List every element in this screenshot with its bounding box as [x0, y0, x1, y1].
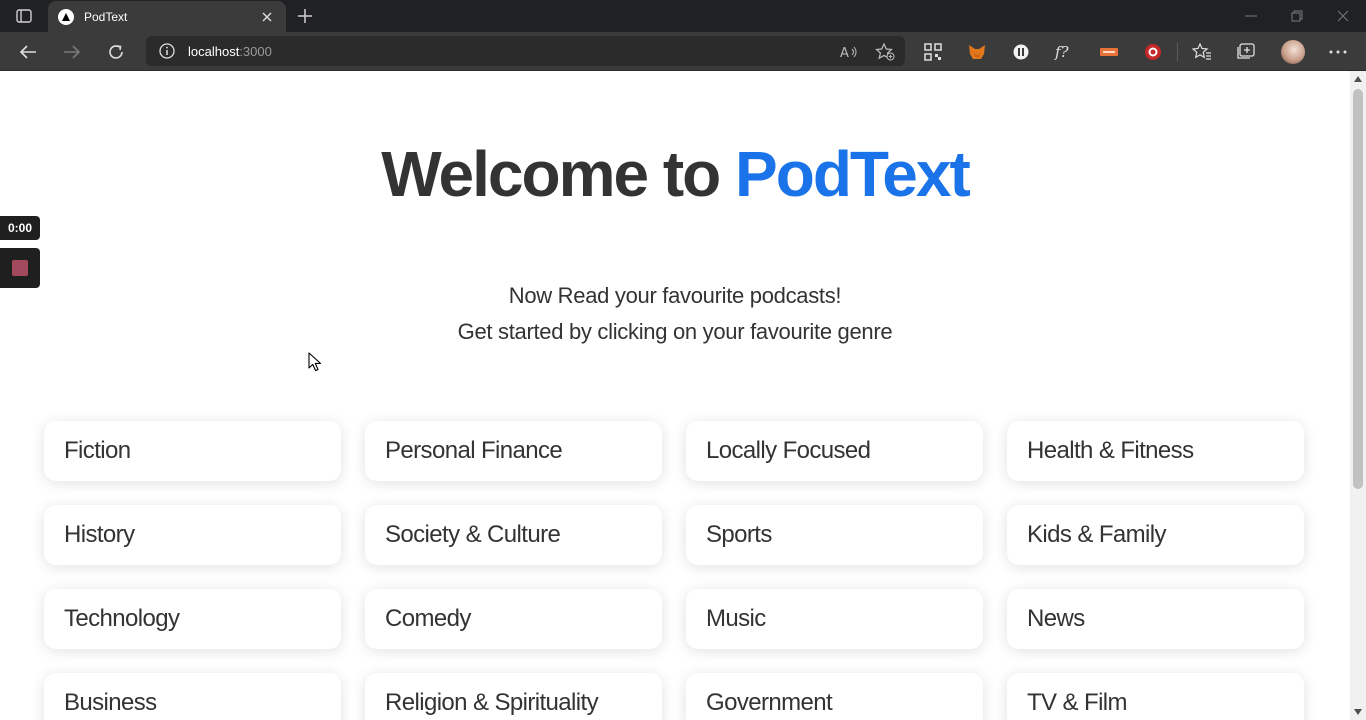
genre-label: Government — [706, 689, 833, 716]
profile-avatar[interactable] — [1281, 40, 1305, 64]
genre-label: Music — [706, 605, 766, 632]
browser-toolbar: localhost:3000 A f? — [0, 32, 1366, 71]
genre-card-locally-focused[interactable]: Locally Focused — [686, 421, 983, 481]
page-title: Welcome to PodText — [0, 137, 1350, 211]
genre-label: Society & Culture — [385, 521, 561, 548]
refresh-icon[interactable] — [104, 40, 128, 64]
back-icon[interactable] — [16, 40, 40, 64]
genre-label: Sports — [706, 521, 772, 548]
close-window-icon[interactable] — [1328, 6, 1358, 26]
stop-recording-button[interactable] — [0, 248, 40, 288]
svg-text:A: A — [840, 46, 849, 60]
genre-label: Religion & Spirituality — [385, 689, 599, 716]
genre-card-society-culture[interactable]: Society & Culture — [365, 505, 662, 565]
genre-label: Kids & Family — [1027, 521, 1167, 548]
genre-label: Comedy — [385, 605, 471, 632]
mouse-cursor-icon — [308, 352, 322, 372]
font-detector-icon[interactable]: f? — [1054, 41, 1076, 63]
scroll-up-icon[interactable] — [1350, 71, 1366, 87]
genre-card-government[interactable]: Government — [686, 673, 983, 720]
genre-card-technology[interactable]: Technology — [44, 589, 341, 649]
circle-extension-icon[interactable] — [1010, 41, 1032, 63]
genre-label: Fiction — [64, 437, 131, 464]
stop-icon — [12, 260, 28, 276]
browser-titlebar: PodText — [0, 0, 1366, 32]
genre-card-comedy[interactable]: Comedy — [365, 589, 662, 649]
tab-title: PodText — [84, 9, 128, 24]
genre-card-business[interactable]: Business — [44, 673, 341, 720]
genre-card-fiction[interactable]: Fiction — [44, 421, 341, 481]
qr-code-icon[interactable] — [922, 41, 944, 63]
genre-label: News — [1027, 605, 1085, 632]
genre-card-news[interactable]: News — [1007, 589, 1304, 649]
genre-label: History — [64, 521, 135, 548]
scroll-down-icon[interactable] — [1350, 704, 1366, 720]
browser-tab-active[interactable]: PodText — [48, 1, 286, 32]
genre-label: Locally Focused — [706, 437, 871, 464]
page-title-prefix: Welcome to — [381, 138, 736, 210]
metamask-icon[interactable] — [966, 41, 988, 63]
genre-label: Health & Fitness — [1027, 437, 1194, 464]
more-menu-icon[interactable] — [1327, 41, 1349, 63]
genre-card-sports[interactable]: Sports — [686, 505, 983, 565]
genre-card-kids-family[interactable]: Kids & Family — [1007, 505, 1304, 565]
page-scrollbar[interactable] — [1350, 71, 1366, 720]
page-tagline: Now Read your favourite podcasts! Get st… — [0, 278, 1350, 350]
address-bar[interactable]: localhost:3000 A — [146, 36, 905, 66]
genre-label: Personal Finance — [385, 437, 563, 464]
tagline-line-1: Now Read your favourite podcasts! — [508, 283, 842, 308]
scroll-thumb[interactable] — [1353, 89, 1363, 489]
svg-text:f?: f? — [1054, 43, 1070, 61]
tab-actions-icon[interactable] — [12, 6, 36, 26]
url-port: :3000 — [239, 43, 272, 59]
forward-icon[interactable] — [60, 40, 84, 64]
genre-card-health-fitness[interactable]: Health & Fitness — [1007, 421, 1304, 481]
genre-card-religion-spirituality[interactable]: Religion & Spirituality — [365, 673, 662, 720]
collections-icon[interactable] — [1235, 41, 1257, 63]
page-title-brand: PodText — [735, 138, 971, 210]
genre-card-music[interactable]: Music — [686, 589, 983, 649]
restore-icon[interactable] — [1282, 6, 1312, 26]
recording-timer: 0:00 — [0, 216, 40, 240]
genre-card-history[interactable]: History — [44, 505, 341, 565]
favorites-icon[interactable] — [1191, 41, 1213, 63]
genre-label: Technology — [64, 605, 180, 632]
read-aloud-icon[interactable]: A — [839, 42, 859, 62]
toolbar-divider — [1177, 43, 1178, 61]
screen-recorder-icon[interactable] — [1142, 41, 1164, 63]
genre-label: Business — [64, 689, 157, 716]
add-favorite-icon[interactable] — [875, 42, 895, 62]
genre-grid: Fiction Personal Finance Locally Focused… — [44, 421, 1306, 720]
tagline-line-2: Get started by clicking on your favourit… — [457, 319, 893, 344]
favicon-icon — [58, 8, 74, 25]
url-host: localhost — [188, 43, 240, 59]
json-viewer-icon[interactable] — [1098, 41, 1120, 63]
genre-card-personal-finance[interactable]: Personal Finance — [365, 421, 662, 481]
tab-close-icon[interactable] — [258, 8, 276, 26]
page-viewport: Welcome to PodText Now Read your favouri… — [0, 71, 1350, 720]
minimize-icon[interactable] — [1236, 6, 1266, 26]
site-info-icon[interactable] — [158, 42, 176, 60]
genre-label: TV & Film — [1027, 689, 1128, 716]
genre-card-tv-film[interactable]: TV & Film — [1007, 673, 1304, 720]
new-tab-icon[interactable] — [294, 5, 316, 27]
